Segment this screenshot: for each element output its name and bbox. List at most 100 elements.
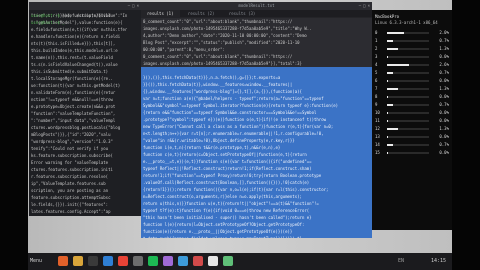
terminal-line: ":"number","input data","valueTempl	[31, 118, 116, 123]
prompt-user: user@host:~$	[31, 13, 60, 18]
cpu-bar-fill	[387, 40, 393, 42]
cpu-label: 7	[375, 86, 378, 91]
cpu-percent: 0.7%	[439, 102, 449, 107]
editor-titlebar[interactable]: modelResult.txt – □ ×	[141, 2, 372, 10]
maximize-icon[interactable]: □	[363, 3, 365, 8]
minimize-icon[interactable]: –	[359, 3, 361, 8]
editor-line[interactable]: function(e){return e.__proto__||Object.g…	[141, 228, 372, 235]
cpu-row: 6 0.0%	[375, 78, 449, 84]
editor-line[interactable]: function i(e,t,n){return t&&r(e.prototyp…	[141, 144, 372, 151]
cpu-bar	[387, 64, 429, 66]
editor-line[interactable]: return!1;if("function"==typeof Proxy)ret…	[141, 172, 372, 179]
prompt-line[interactable]: user@host:~$ _	[31, 19, 111, 26]
close-icon[interactable]: ×	[368, 3, 370, 8]
editor-title: modelResult.txt	[238, 3, 275, 8]
editor-line[interactable]: images.unsplash.com/photo-1495465337288-…	[141, 60, 372, 67]
editor-line[interactable]: {return e&&"function"==typeof Symbol&&e.…	[141, 109, 372, 116]
chat-icon[interactable]	[223, 256, 233, 266]
editor-line[interactable]: n=Reflect.construct(o,arguments,r)}else …	[141, 193, 372, 200]
letterbox-right	[452, 0, 480, 270]
terminal-line: n.validateForm(e),function(e){retur	[31, 90, 116, 95]
cpu-bar	[387, 80, 429, 82]
editor-text-area[interactable]: 0_comment_count":"0","url":"about:blank"…	[141, 18, 372, 238]
editor-line[interactable]: e.__proto__=t,e})(e,t)}function s(e){var…	[141, 158, 372, 165]
editor-line[interactable]: n<t.length;n++){var r=t[n];r.enumerable=…	[141, 130, 372, 137]
chrome-icon[interactable]	[118, 256, 128, 266]
editor-line[interactable]: function l(e){return(l=Object.setPrototy…	[141, 221, 372, 228]
terminal-icon[interactable]	[88, 256, 98, 266]
editor-line[interactable]: "this hasn't been initialised - super() …	[141, 214, 372, 221]
editor-line[interactable]: }(),()},this.fetchData(t)}},n.a.fetch(),…	[141, 74, 372, 81]
cpu-bar-fill	[387, 88, 398, 90]
store-icon[interactable]	[193, 256, 203, 266]
terminal-titlebar[interactable]: – □ ×	[29, 2, 141, 10]
cpu-row: 2 1.3%	[375, 46, 449, 52]
cpu-row: 5 0.7%	[375, 70, 449, 76]
cpu-label: 13	[375, 134, 380, 139]
editor-line[interactable]: var n=t;function a(e){"@babel/helpers - …	[141, 95, 372, 102]
cpu-bar-fill	[387, 64, 409, 66]
cpu-bar	[387, 104, 429, 106]
editor-window[interactable]: modelResult.txt – □ × results (1) results …	[141, 2, 372, 238]
music-icon[interactable]	[148, 256, 158, 266]
minimize-icon[interactable]: –	[128, 3, 130, 8]
tab-results-3[interactable]: results (3)	[223, 10, 262, 17]
close-icon[interactable]: ×	[137, 3, 139, 8]
editor-line[interactable]: .valueOf.call(Reflect.construct(Boolean,…	[141, 179, 372, 186]
vscode-icon[interactable]	[103, 256, 113, 266]
clock[interactable]: 14:15	[431, 253, 446, 270]
system-monitor-window[interactable]: MacBookPro Linux 6.3.3-arch1-1 x86_64 0 2…	[372, 10, 452, 230]
editor-line[interactable]	[141, 67, 372, 74]
cpu-bar	[387, 144, 429, 146]
editor-line[interactable]: 4,author":"Demo author","date":"2020-11-…	[141, 32, 372, 39]
editor-line[interactable]: typeof t?f(e):t}function f(e){if(void 0=…	[141, 207, 372, 214]
cpu-bar	[387, 128, 429, 130]
editor-line[interactable]: {},window.__features["wordpress-blog"]={…	[141, 88, 372, 95]
cpu-percent: 0.7%	[439, 38, 449, 43]
editor-line[interactable]: 0_comment_count":"0","url":"about:blank"…	[141, 18, 372, 25]
editor-line[interactable]: Symbol&&"symbol"==typeof Symbol.iterator…	[141, 102, 372, 109]
letterbox-left	[0, 0, 28, 270]
editor-line[interactable]: function c(e,t){return(c=Object.setProto…	[141, 151, 372, 158]
start-menu-button[interactable]: Menu	[30, 256, 50, 267]
image-icon[interactable]	[163, 256, 173, 266]
cpu-percent: 0.7%	[439, 70, 449, 75]
maximize-icon[interactable]: □	[132, 3, 134, 8]
editor-line[interactable]: {return!1}}();return function(){var n,o=…	[141, 186, 372, 193]
editor-line[interactable]: new TypeError("Cannot call a class as a …	[141, 123, 372, 130]
editor-line[interactable]: return u(this,n)}}function u(e,t){return…	[141, 200, 372, 207]
cpu-percent: 0.0%	[439, 94, 449, 99]
editor-line[interactable]: 0_comment_count":"0","url":"about:blank"…	[141, 53, 372, 60]
monitor-title: MacBookPro	[375, 14, 400, 19]
tab-results-2[interactable]: results (2)	[182, 10, 221, 17]
terminal-prompt[interactable]: user@host:~$ node ./scripts/build user@ho…	[31, 12, 111, 26]
editor-line[interactable]: t.data.push({name:e,field:t,value:n,type…	[141, 235, 372, 238]
editor-line[interactable]: 00:00:00","parent":0,"menu_order":	[141, 46, 372, 53]
window-controls[interactable]: – □ ×	[357, 2, 370, 10]
cpu-label: 4	[375, 62, 378, 67]
cpu-bar	[387, 32, 429, 34]
cpu-label: 0	[375, 30, 378, 35]
cpu-row: 15 0.0%	[375, 150, 449, 156]
mail-icon[interactable]	[178, 256, 188, 266]
terminal-window-left[interactable]: – □ × "tier",t,r)}}})),function(e){"value"…	[29, 2, 141, 216]
editor-line[interactable]: }}()),this.fetchData(t)},window.__featur…	[141, 81, 372, 88]
editor-line[interactable]: "value"in r&&(r.writable=!0),Object.defi…	[141, 137, 372, 144]
cpu-percent: 1.3%	[439, 46, 449, 51]
editor-line[interactable]: Blog Post","excerpt":"","status":"publis…	[141, 39, 372, 46]
tab-results-1[interactable]: results (1)	[141, 10, 180, 17]
terminal-line: mBlogPosts")}},{"id":"2020","valu	[31, 132, 111, 137]
editor-line[interactable]: images.unsplash.com/photo-1495465337288-…	[141, 25, 372, 32]
files-icon[interactable]	[73, 256, 83, 266]
settings-icon[interactable]	[133, 256, 143, 266]
window-controls[interactable]: – □ ×	[126, 2, 139, 10]
firefox-icon[interactable]	[58, 256, 68, 266]
cpu-row: 4 2.6%	[375, 62, 449, 68]
keyboard-layout-indicator[interactable]: EN	[398, 253, 404, 270]
calendar-icon[interactable]	[208, 256, 218, 266]
terminal-line: scription, you are posting as an	[31, 188, 109, 193]
cpu-bar	[387, 136, 429, 138]
cpu-row: 1 0.7%	[375, 38, 449, 44]
editor-line[interactable]: .prototype?"symbol":typeof e})(e)}functi…	[141, 116, 372, 123]
editor-line[interactable]: typeof Reflect||!Reflect.construct)retur…	[141, 165, 372, 172]
